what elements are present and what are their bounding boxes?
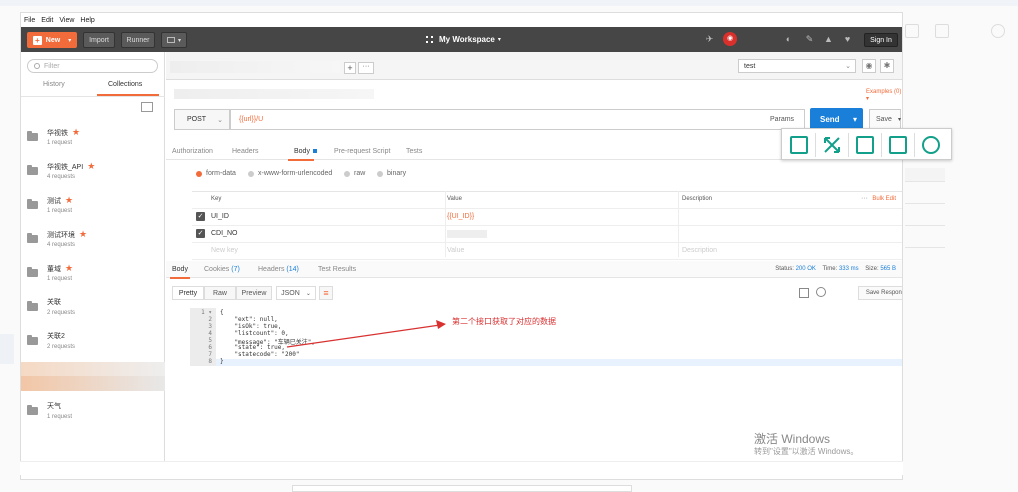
bottom-strip (292, 485, 632, 492)
background-row (905, 212, 945, 226)
toolbar-divider (848, 133, 849, 157)
background-row (905, 190, 945, 204)
expand-icon[interactable] (823, 136, 841, 154)
background-panel (905, 160, 945, 310)
expand-icon-svg (824, 137, 840, 153)
frame-icon[interactable] (790, 136, 808, 154)
floating-toolbar (781, 128, 952, 160)
annotation-text: 第二个接口获取了对应的数据 (452, 317, 556, 326)
activation-watermark-sub: 转到"设置"以激活 Windows。 (754, 447, 859, 456)
close-icon (991, 24, 1005, 38)
window-icon (905, 24, 919, 38)
status-bar (20, 461, 903, 475)
annotation-arrow (286, 320, 446, 348)
chat-icon (935, 24, 949, 38)
toolbar-divider (815, 133, 816, 157)
desktop: File Edit View Help + New ▾ Import Runne… (0, 0, 1018, 492)
share-icon[interactable] (889, 136, 907, 154)
save-icon[interactable] (856, 136, 874, 154)
share-icon (965, 24, 979, 38)
toolbar-divider (914, 133, 915, 157)
toolbar-divider (881, 133, 882, 157)
activation-watermark: 激活 Windows (754, 432, 831, 446)
background-row (905, 234, 945, 248)
background-row (905, 168, 945, 182)
settings-icon[interactable] (922, 136, 940, 154)
